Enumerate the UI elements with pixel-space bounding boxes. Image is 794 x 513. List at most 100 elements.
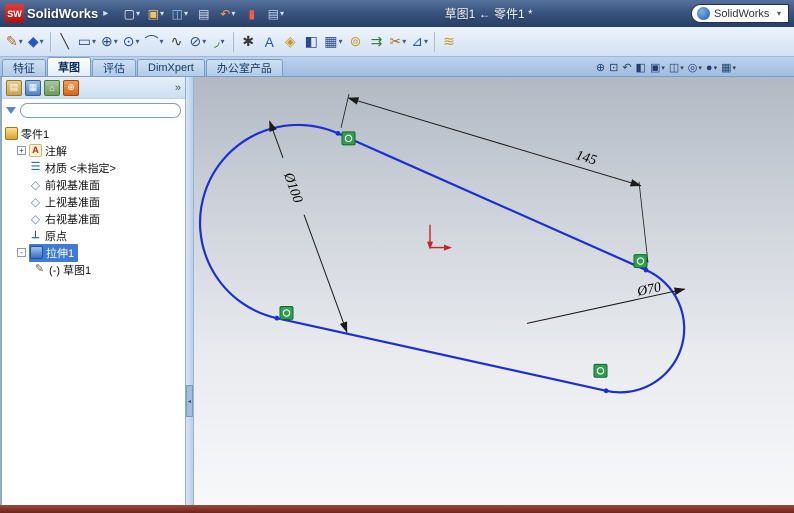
tangent-arc-button[interactable]: ⌒ xyxy=(143,30,166,54)
expand-icon[interactable]: + xyxy=(17,146,26,155)
search-label: SolidWorks xyxy=(714,7,770,20)
sketch-canvas[interactable]: Ø100 145 Ø70 xyxy=(194,77,794,505)
relation-badge-top[interactable] xyxy=(341,131,356,146)
menu-expand-caret-icon[interactable]: ▸ xyxy=(103,8,108,19)
relation-badge-bottom[interactable] xyxy=(593,363,608,378)
rapid-sketch-button[interactable]: ≋ xyxy=(439,30,459,54)
text-icon: A xyxy=(264,33,274,50)
offset-entities-button[interactable]: ⊚ xyxy=(346,30,366,54)
dim-line-145[interactable] xyxy=(347,97,642,187)
tab-label: 草图 xyxy=(58,62,80,74)
tree-item-right-plane[interactable]: ◇ 右视基准面 xyxy=(5,210,185,227)
collapse-icon[interactable]: - xyxy=(17,248,26,257)
dim-label-d100[interactable]: Ø100 xyxy=(280,170,305,205)
line-button[interactable]: ╲ xyxy=(55,30,75,54)
options-icon: ▤ xyxy=(267,6,279,21)
dim-label-145[interactable]: 145 xyxy=(574,148,598,168)
view-orientation-icon[interactable]: ▣ xyxy=(650,61,665,74)
tab-evaluate[interactable]: 评估 xyxy=(92,59,136,76)
zoom-fit-icon[interactable]: ⊕ xyxy=(596,61,605,74)
appearance-icon[interactable]: ● xyxy=(706,62,717,74)
centerpoint-arc-button[interactable]: ⊙ xyxy=(121,30,142,54)
dim-line-d100-lower[interactable] xyxy=(303,214,348,333)
tree-item-label: 注解 xyxy=(45,145,67,158)
sketch-point[interactable] xyxy=(274,315,280,321)
display-relations-icon: ⊿ xyxy=(411,33,423,49)
filter-funnel-icon xyxy=(6,106,16,114)
document-title: 草图1 ← 零件1 * xyxy=(444,7,533,21)
dimxpert-manager-tab-icon[interactable]: ⊕ xyxy=(63,79,79,96)
panel-splitter[interactable]: ◂ xyxy=(186,77,194,505)
tree-item-label: 右视基准面 xyxy=(45,213,100,226)
zoom-area-icon[interactable]: ⊡ xyxy=(609,61,618,74)
rectangle-button[interactable]: ▭ xyxy=(76,30,98,54)
tree-item-annotations[interactable]: + A 注解 xyxy=(5,142,185,159)
slot-profile-curve[interactable] xyxy=(198,123,686,394)
new-document-button[interactable]: ▢ xyxy=(121,4,142,24)
sketch-tool-button[interactable]: ✎ xyxy=(4,30,25,54)
plane-icon: ◇ xyxy=(30,177,41,192)
tab-sketch[interactable]: 草图 xyxy=(47,57,91,76)
panel-expand-chevron-icon[interactable]: » xyxy=(175,82,181,94)
configuration-manager-tab-icon[interactable]: ⌂ xyxy=(44,79,60,96)
section-view-icon[interactable]: ◧ xyxy=(636,61,646,74)
print-icon: ▤ xyxy=(198,6,210,21)
selected-tree-item[interactable]: 拉伸1 xyxy=(29,243,79,262)
tab-label: 办公室产品 xyxy=(216,63,272,75)
property-manager-tab-icon[interactable]: ▦ xyxy=(25,79,41,96)
tree-item-front-plane[interactable]: ◇ 前视基准面 xyxy=(5,176,185,193)
ellipse-icon: ⊘ xyxy=(189,33,202,49)
plane-icon: ◇ xyxy=(30,194,41,209)
tree-item-material[interactable]: ☰ 材质 <未指定> xyxy=(5,159,185,176)
panel-collapse-handle[interactable]: ◂ xyxy=(186,385,193,417)
tree-item-extrude1[interactable]: - 拉伸1 xyxy=(5,243,185,262)
sketch-origin-icon[interactable] xyxy=(427,224,452,251)
plane-button[interactable]: ◈ xyxy=(280,30,300,54)
tab-dimxpert[interactable]: DimXpert xyxy=(137,59,205,76)
relation-badge-left[interactable] xyxy=(279,305,294,320)
sketch-fillet-button[interactable]: ◞ xyxy=(209,30,229,54)
dim-label-d70[interactable]: Ø70 xyxy=(635,280,663,300)
tree-item-top-plane[interactable]: ◇ 上视基准面 xyxy=(5,193,185,210)
print-button[interactable]: ▤ xyxy=(193,4,214,24)
tree-filter-input[interactable] xyxy=(20,102,181,118)
sketch-point[interactable] xyxy=(643,267,649,273)
save-button[interactable]: ◫ xyxy=(169,4,190,24)
tree-item-sketch1[interactable]: ✎ (-) 草图1 xyxy=(5,261,185,278)
centerpoint-arc-icon: ⊙ xyxy=(122,33,135,49)
graphics-area[interactable]: Ø100 145 Ø70 xyxy=(194,77,794,505)
sketch-point[interactable] xyxy=(603,388,609,394)
open-button[interactable]: ▣ xyxy=(145,4,166,24)
options-button[interactable]: ▤ xyxy=(265,4,286,24)
tab-office-products[interactable]: 办公室产品 xyxy=(205,59,283,76)
smart-dimension-button[interactable]: ◆ xyxy=(26,30,46,54)
point-button[interactable]: ✱ xyxy=(238,30,258,54)
rebuild-button[interactable]: ▮ xyxy=(241,4,262,24)
circle-button[interactable]: ⊕ xyxy=(99,30,120,54)
linear-pattern-icon: ▦ xyxy=(324,33,338,49)
view-settings-icon[interactable]: ▦ xyxy=(721,61,736,74)
search-dropdown-icon[interactable]: ▾ xyxy=(777,9,781,18)
hide-show-items-icon[interactable]: ◎ xyxy=(688,61,702,74)
linear-pattern-button[interactable]: ▦ xyxy=(322,30,344,54)
main-content: ▤ ▦ ⌂ ⊕ » 零件1 + A 注解 ☰ 材质 <未指定> ◇ 前视基准面 … xyxy=(0,77,794,505)
previous-view-icon[interactable]: ↶ xyxy=(622,61,631,74)
sketch-point[interactable] xyxy=(335,130,341,136)
ellipse-button[interactable]: ⊘ xyxy=(188,30,209,54)
display-relations-button[interactable]: ⊿ xyxy=(409,30,430,54)
text-button[interactable]: A xyxy=(259,30,279,54)
convert-entities-button[interactable]: ⇉ xyxy=(367,30,387,54)
tree-item-origin[interactable]: ⊥ 原点 xyxy=(5,227,185,244)
mirror-entities-button[interactable]: ◧ xyxy=(301,30,321,54)
relation-badge-right[interactable] xyxy=(633,254,648,269)
trim-entities-button[interactable]: ✂ xyxy=(388,30,409,54)
undo-button[interactable]: ↶ xyxy=(217,4,238,24)
tree-root-part[interactable]: 零件1 xyxy=(5,125,185,142)
tab-features[interactable]: 特征 xyxy=(2,59,46,76)
display-style-icon[interactable]: ◫ xyxy=(669,61,684,74)
spline-button[interactable]: ∿ xyxy=(167,30,187,54)
feature-manager-tab-icon[interactable]: ▤ xyxy=(6,79,22,96)
search-box[interactable]: SolidWorks ▾ xyxy=(691,4,789,23)
app-logo-text: SolidWorks xyxy=(27,6,99,21)
sketch-icon: ✎ xyxy=(34,263,45,275)
